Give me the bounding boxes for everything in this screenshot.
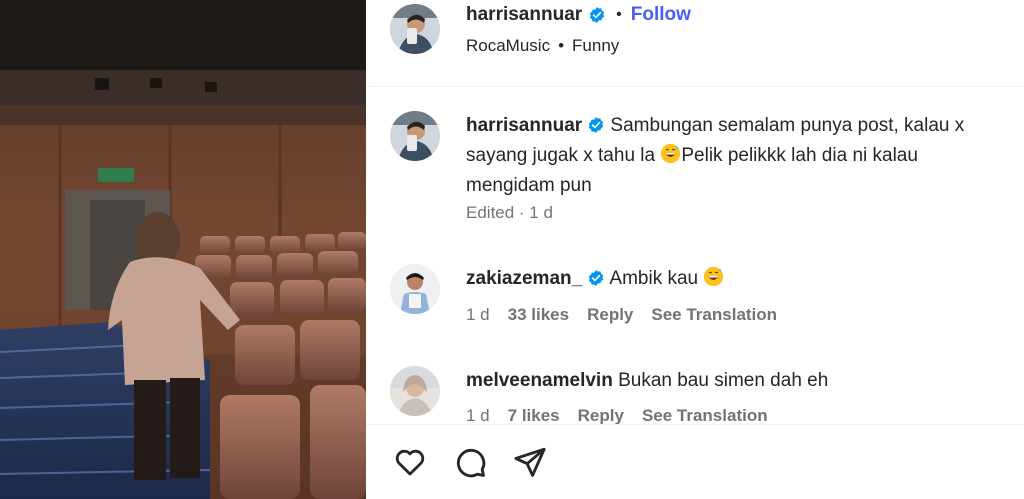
verified-badge-icon xyxy=(589,270,604,286)
grinning-sweat-emoji-icon xyxy=(661,143,681,164)
post-detail-panel: harrisannuar • Follow RocaMusic • Funny xyxy=(366,0,1024,499)
comment-body: Bukan bau simen dah eh xyxy=(612,370,829,391)
separator-dot: • xyxy=(558,36,565,55)
comment-text: melveenamelvin Bukan bau simen dah eh xyxy=(466,366,1006,396)
commenter-avatar[interactable] xyxy=(390,366,440,416)
audio-artist[interactable]: RocaMusic xyxy=(466,36,550,55)
comment-text: zakiazeman_ Ambik kau xyxy=(466,264,1006,294)
cinema-scene-image xyxy=(0,0,366,499)
comment-body: Ambik kau xyxy=(605,268,704,289)
author-username[interactable]: harrisannuar xyxy=(466,4,582,26)
post-media-video[interactable] xyxy=(0,0,366,499)
comment-likes[interactable]: 33 likes xyxy=(508,305,569,324)
post-header: harrisannuar • Follow RocaMusic • Funny xyxy=(366,0,1024,87)
reply-button[interactable]: Reply xyxy=(578,406,624,425)
comment-bubble-icon[interactable] xyxy=(453,445,487,479)
caption-author-avatar[interactable] xyxy=(390,111,440,161)
caption-text: harrisannuar Sambungan semalam punya pos… xyxy=(466,111,1006,201)
grinning-sweat-emoji-icon xyxy=(704,266,724,287)
caption-edited-time: Edited · 1 d xyxy=(466,203,553,222)
commenter-avatar-image xyxy=(390,264,440,314)
audio-track[interactable]: Funny xyxy=(572,36,619,55)
comment-meta: 1 d 7 likes Reply See Translation xyxy=(466,406,786,426)
author-avatar[interactable] xyxy=(390,4,440,54)
see-translation-button[interactable]: See Translation xyxy=(651,305,777,324)
author-avatar-image xyxy=(390,111,440,161)
verified-badge-icon xyxy=(590,7,605,23)
reply-button[interactable]: Reply xyxy=(587,305,633,324)
comment-time: 1 d xyxy=(466,406,490,425)
verified-badge-icon xyxy=(589,117,604,133)
post-action-bar xyxy=(366,424,1024,499)
heart-icon[interactable] xyxy=(393,445,427,479)
comment-username[interactable]: melveenamelvin xyxy=(466,370,613,391)
author-avatar-image xyxy=(390,4,440,54)
commenter-avatar-image xyxy=(390,366,440,416)
author-row: harrisannuar • Follow xyxy=(466,2,691,28)
paper-plane-icon[interactable] xyxy=(513,445,547,479)
separator-dot: • xyxy=(616,6,622,23)
comment-meta: 1 d 33 likes Reply See Translation xyxy=(466,305,795,325)
caption-meta: Edited · 1 d xyxy=(466,203,571,223)
audio-row[interactable]: RocaMusic • Funny xyxy=(466,36,619,56)
comment-likes[interactable]: 7 likes xyxy=(508,406,560,425)
comment-username[interactable]: zakiazeman_ xyxy=(466,268,582,289)
caption-username[interactable]: harrisannuar xyxy=(466,115,582,136)
commenter-avatar[interactable] xyxy=(390,264,440,314)
follow-button[interactable]: Follow xyxy=(631,4,691,26)
see-translation-button[interactable]: See Translation xyxy=(642,406,768,425)
comment-time: 1 d xyxy=(466,305,490,324)
